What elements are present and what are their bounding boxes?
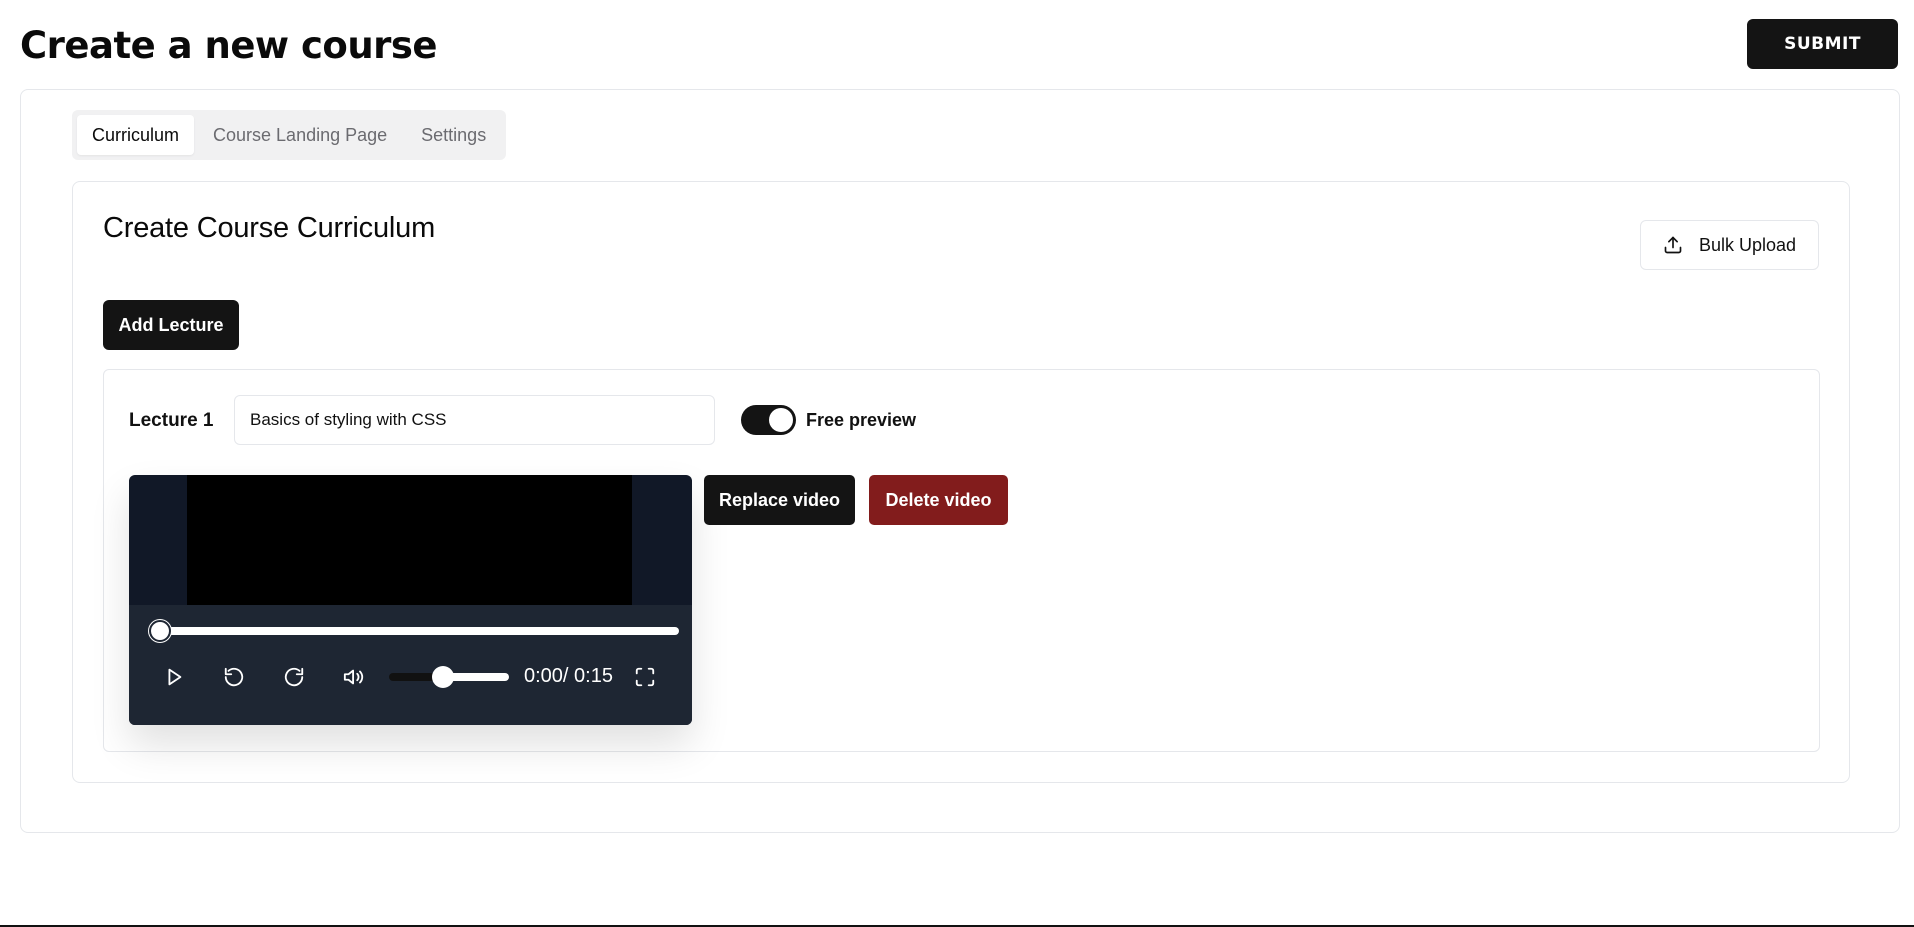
play-icon[interactable]	[163, 666, 185, 688]
replace-video-button[interactable]: Replace video	[704, 475, 855, 525]
volume-icon[interactable]	[343, 666, 365, 688]
toggle-knob	[769, 408, 793, 432]
progress-bar[interactable]	[159, 627, 679, 635]
rewind-icon[interactable]	[223, 666, 245, 688]
free-preview-toggle[interactable]	[741, 405, 796, 435]
curriculum-title: Create Course Curriculum	[103, 212, 436, 244]
upload-icon	[1664, 236, 1682, 254]
time-display: 0:00/ 0:15	[524, 665, 613, 687]
submit-button[interactable]: SUBMIT	[1747, 19, 1898, 69]
free-preview-label: Free preview	[806, 410, 917, 430]
fullscreen-icon[interactable]	[634, 666, 656, 688]
video-screen[interactable]	[187, 475, 632, 605]
tab-course-landing-page[interactable]: Course Landing Page	[198, 115, 402, 155]
tab-curriculum[interactable]: Curriculum	[77, 115, 195, 155]
lecture-label: Lecture 1	[129, 410, 214, 431]
forward-icon[interactable]	[283, 666, 305, 688]
curriculum-card: Create Course Curriculum Bulk Upload Add…	[72, 181, 1850, 783]
add-lecture-button[interactable]: Add Lecture	[103, 300, 239, 350]
page-header: Create a new course SUBMIT	[20, 18, 1898, 88]
lecture-item: Lecture 1 Free preview	[103, 369, 1820, 752]
volume-thumb[interactable]	[432, 666, 454, 688]
lecture-title-input[interactable]	[234, 395, 715, 445]
tab-settings[interactable]: Settings	[406, 115, 501, 155]
tab-list: Curriculum Course Landing Page Settings	[72, 110, 507, 160]
course-editor-card: Curriculum Course Landing Page Settings …	[20, 89, 1900, 833]
page-title: Create a new course	[20, 24, 438, 67]
progress-thumb[interactable]	[149, 620, 171, 642]
bulk-upload-button[interactable]: Bulk Upload	[1640, 220, 1819, 270]
bulk-upload-label: Bulk Upload	[1698, 234, 1797, 255]
video-controls: 0:00/ 0:15	[129, 605, 692, 725]
delete-video-button[interactable]: Delete video	[869, 475, 1008, 525]
video-player: 0:00/ 0:15	[129, 475, 692, 725]
